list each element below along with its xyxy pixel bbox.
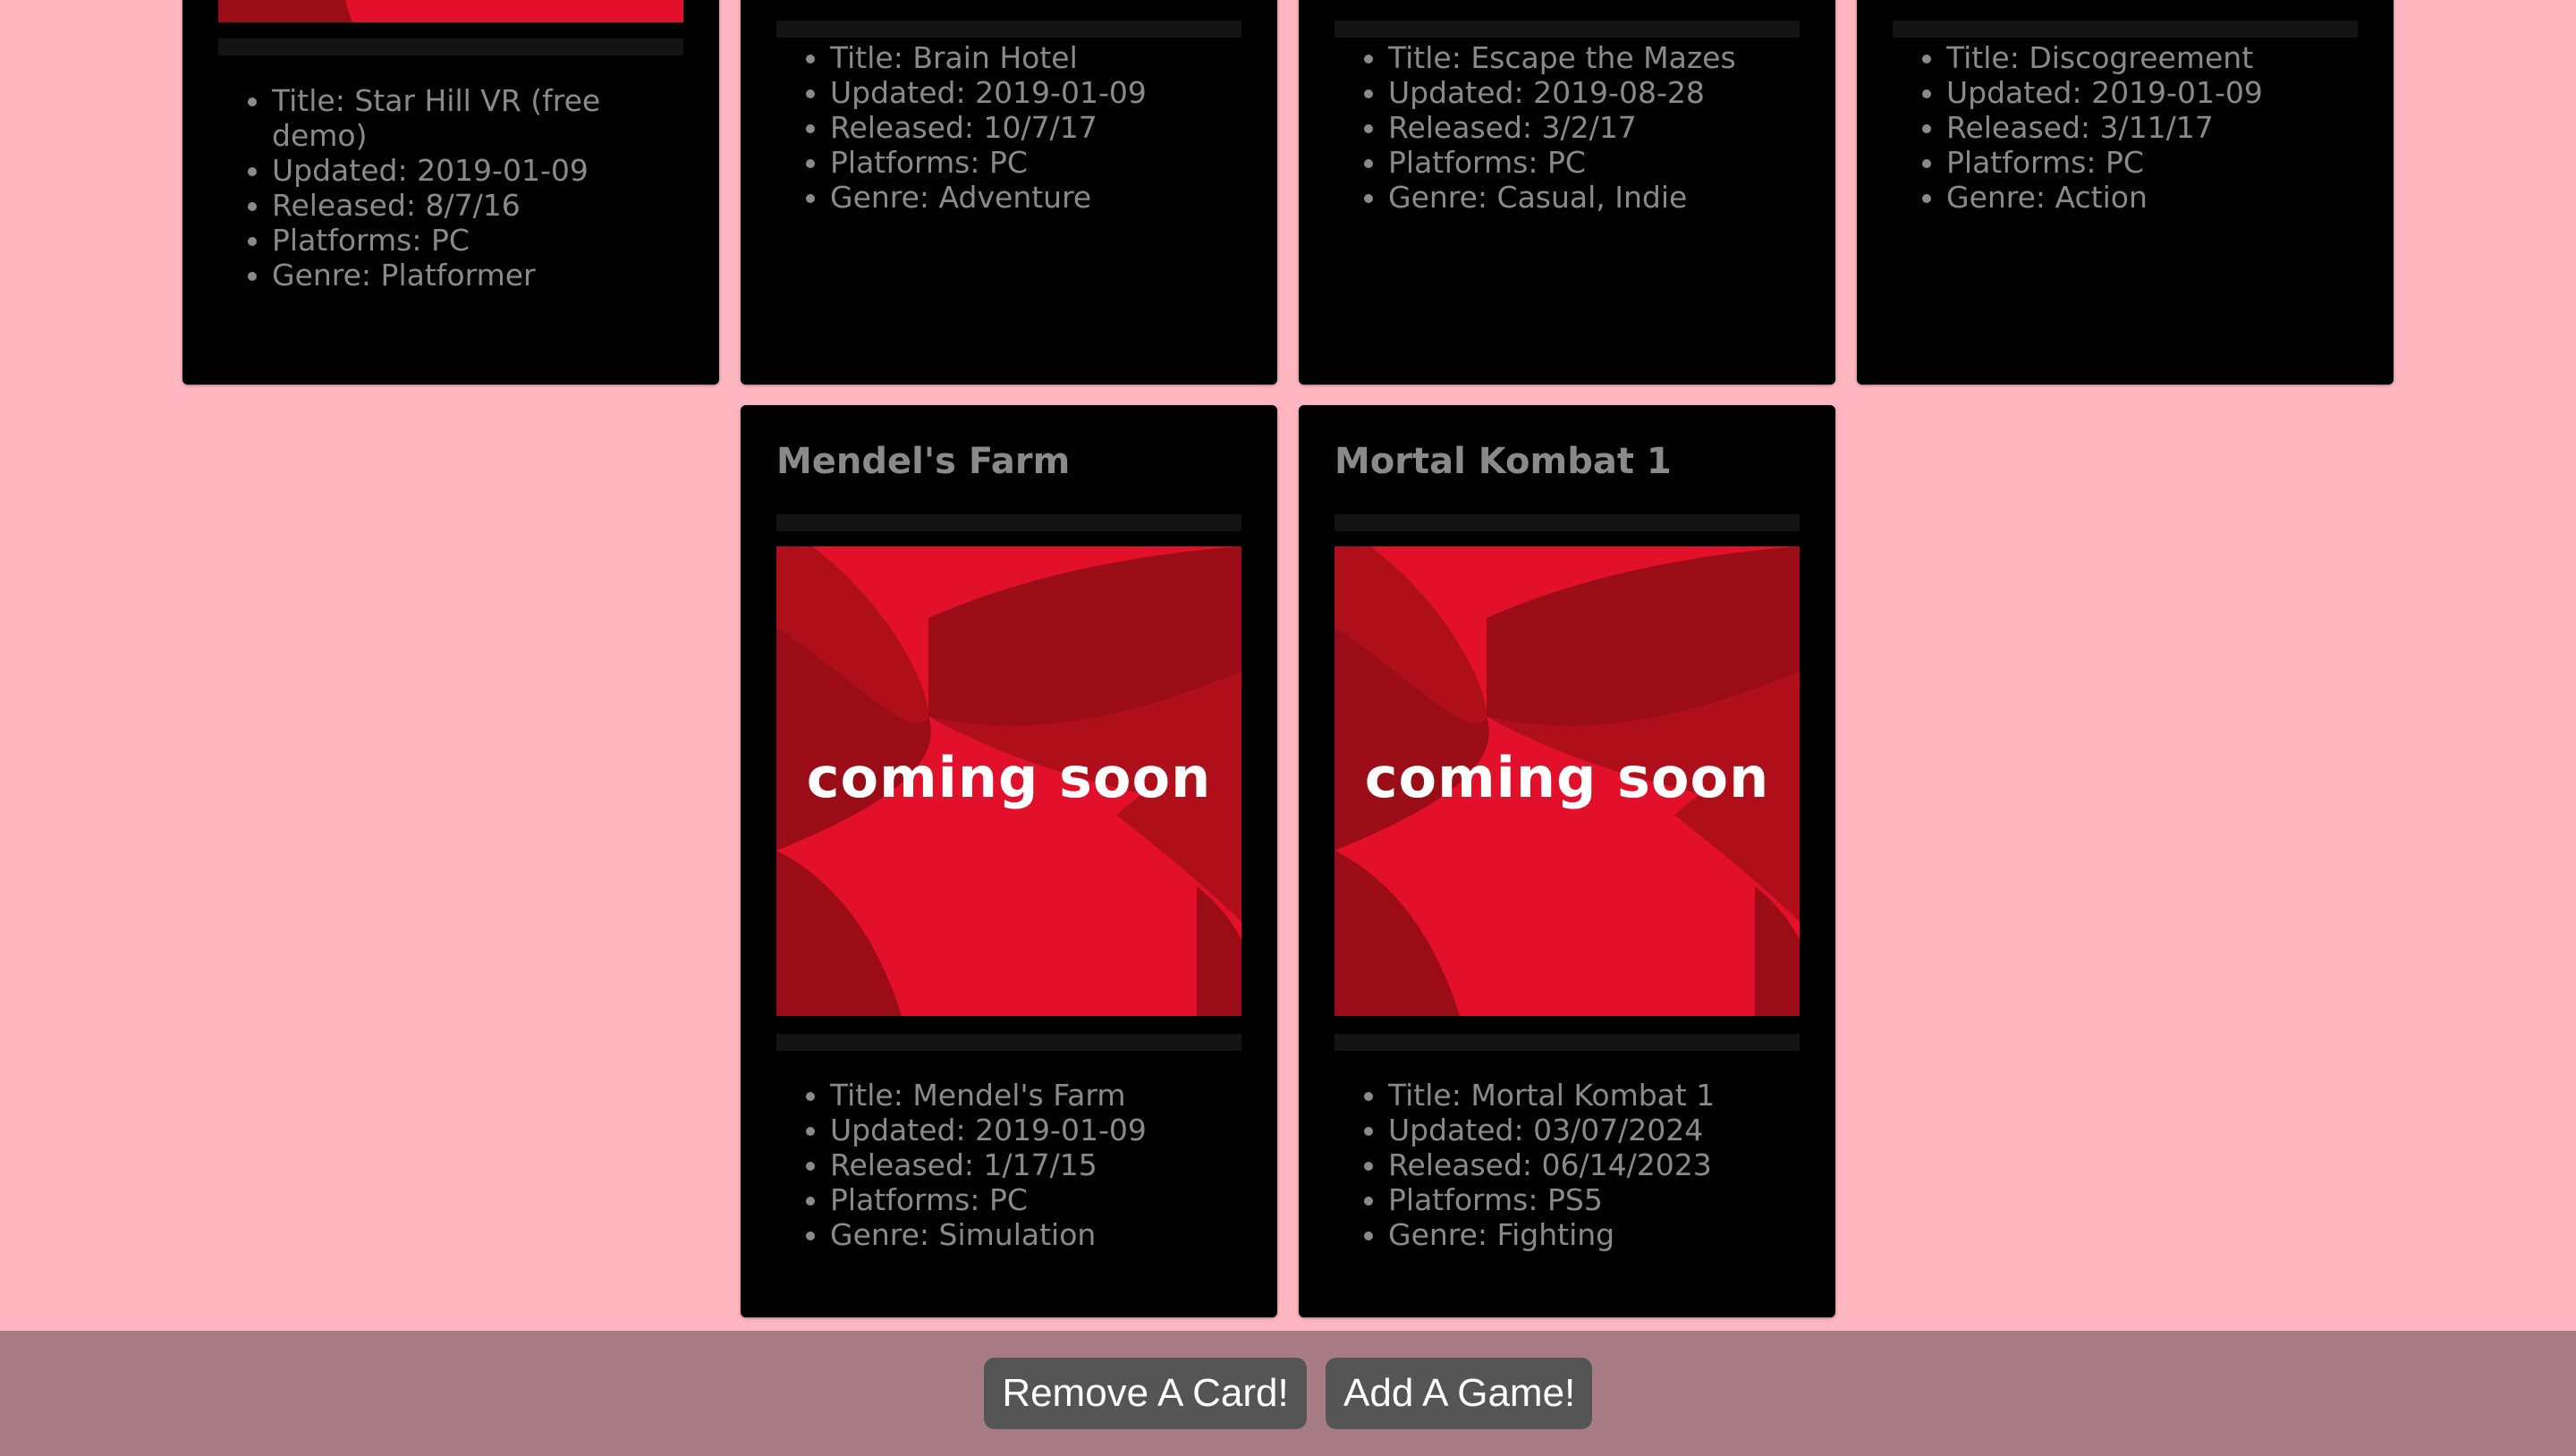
detail-released: Released: 3/11/17 [1946, 110, 2358, 145]
detail-released: Released: 8/7/16 [272, 188, 683, 223]
detail-genre: Genre: Platformer [272, 258, 683, 292]
remove-card-button[interactable]: Remove A Card! [984, 1358, 1307, 1429]
card-details: Title: Discogreement Updated: 2019-01-09… [1893, 40, 2358, 215]
game-card: Title: Brain Hotel Updated: 2019-01-09 R… [741, 0, 1277, 385]
detail-released: Released: 3/2/17 [1388, 110, 1800, 145]
detail-genre: Genre: Adventure [830, 180, 1241, 215]
detail-title: Title: Discogreement [1946, 40, 2358, 75]
game-card: Title: Escape the Mazes Updated: 2019-08… [1299, 0, 1835, 385]
detail-genre: Genre: Action [1946, 180, 2358, 215]
detail-platforms: Platforms: PC [1388, 145, 1800, 180]
detail-released: Released: 06/14/2023 [1388, 1147, 1800, 1182]
card-details: Title: Mortal Kombat 1 Updated: 03/07/20… [1335, 1078, 1800, 1252]
detail-updated: Updated: 2019-01-09 [830, 1113, 1241, 1147]
card-details: Title: Escape the Mazes Updated: 2019-08… [1335, 40, 1800, 215]
card-divider [1893, 21, 2358, 38]
card-divider [776, 514, 1241, 531]
page: Title: Star Hill VR (free demo) Updated:… [0, 0, 2576, 1456]
detail-title: Title: Mendel's Farm [830, 1078, 1241, 1113]
add-game-button[interactable]: Add A Game! [1326, 1358, 1592, 1429]
detail-platforms: Platforms: PC [272, 223, 683, 258]
game-card: Title: Discogreement Updated: 2019-01-09… [1857, 0, 2394, 385]
game-card: Title: Star Hill VR (free demo) Updated:… [182, 0, 719, 385]
coming-soon-text: coming soon [806, 745, 1212, 810]
card-details: Title: Star Hill VR (free demo) Updated:… [218, 83, 683, 292]
detail-title: Title: Brain Hotel [830, 40, 1241, 75]
detail-updated: Updated: 2019-01-09 [272, 153, 683, 188]
detail-title: Title: Escape the Mazes [1388, 40, 1800, 75]
detail-updated: Updated: 2019-01-09 [830, 75, 1241, 110]
detail-updated: Updated: 2019-01-09 [1946, 75, 2358, 110]
card-divider [776, 1034, 1241, 1051]
detail-genre: Genre: Simulation [830, 1217, 1241, 1252]
detail-genre: Genre: Fighting [1388, 1217, 1800, 1252]
coming-soon-text: coming soon [1364, 745, 1770, 810]
detail-updated: Updated: 2019-08-28 [1388, 75, 1800, 110]
detail-platforms: Platforms: PC [830, 1182, 1241, 1217]
detail-updated: Updated: 03/07/2024 [1388, 1113, 1800, 1147]
detail-platforms: Platforms: PC [1946, 145, 2358, 180]
card-details: Title: Brain Hotel Updated: 2019-01-09 R… [776, 40, 1241, 215]
card-image: coming soon [1335, 546, 1800, 1016]
card-details: Title: Mendel's Farm Updated: 2019-01-09… [776, 1078, 1241, 1252]
footer-toolbar: Remove A Card! Add A Game! [0, 1331, 2576, 1456]
card-divider [1335, 21, 1800, 38]
detail-title: Title: Star Hill VR (free demo) [272, 83, 683, 153]
card-divider [776, 21, 1241, 38]
card-image [218, 0, 683, 22]
card-image: coming soon [776, 546, 1241, 1016]
detail-released: Released: 10/7/17 [830, 110, 1241, 145]
card-divider [218, 38, 683, 55]
card-divider [1335, 514, 1800, 531]
detail-platforms: Platforms: PS5 [1388, 1182, 1800, 1217]
detail-platforms: Platforms: PC [830, 145, 1241, 180]
game-card: Mortal Kombat 1 coming soon Title: Morta… [1299, 405, 1835, 1317]
detail-genre: Genre: Casual, Indie [1388, 180, 1800, 215]
detail-title: Title: Mortal Kombat 1 [1388, 1078, 1800, 1113]
card-title: Mendel's Farm [776, 441, 1071, 482]
card-divider [1335, 1034, 1800, 1051]
detail-released: Released: 1/17/15 [830, 1147, 1241, 1182]
game-card: Mendel's Farm coming soon Title: Mendel'… [741, 405, 1277, 1317]
card-title: Mortal Kombat 1 [1335, 441, 1672, 482]
